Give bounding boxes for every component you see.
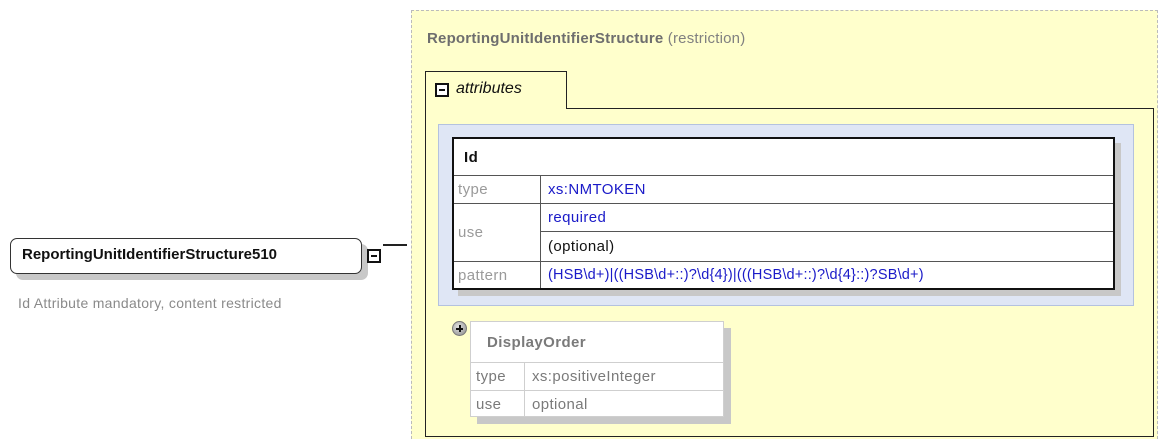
use-key: use [458, 224, 484, 241]
row-divider [540, 231, 1113, 232]
pattern-key: pattern [458, 267, 508, 284]
type-value[interactable]: xs:NMTOKEN [548, 181, 646, 198]
attribute-table-displayorder[interactable]: DisplayOrder type xs:positiveInteger use… [470, 321, 724, 417]
expand-icon[interactable] [452, 321, 467, 336]
use-value: required [548, 209, 607, 226]
type-value[interactable]: xs:positiveInteger [532, 368, 656, 385]
row-divider [454, 175, 1113, 176]
use-value: optional [532, 396, 588, 413]
type-name[interactable]: ReportingUnitIdentifierStructure [427, 30, 663, 47]
collapse-icon[interactable] [435, 83, 449, 97]
attribute-name: Id [464, 149, 479, 166]
attributes-label: attributes [456, 80, 522, 97]
pattern-value: (HSB\d+)|((HSB\d+::)?\d{4})|(((HSB\d+::)… [548, 267, 924, 283]
type-derivation: (restriction) [667, 30, 746, 47]
use-key: use [476, 396, 502, 413]
type-key: type [458, 181, 488, 198]
row-divider [454, 261, 1113, 262]
connector-line [383, 244, 407, 246]
element-name: ReportingUnitIdentifierStructure510 [22, 246, 278, 263]
attribute-table-id[interactable]: Id type xs:NMTOKEN use required (optiona… [452, 137, 1115, 290]
use-note: (optional) [548, 238, 615, 255]
row-divider [471, 362, 723, 363]
column-divider [524, 362, 525, 416]
attribute-name: DisplayOrder [487, 334, 587, 351]
row-divider [471, 390, 723, 391]
row-divider [454, 203, 1113, 204]
type-key: type [476, 368, 506, 385]
column-divider [540, 175, 541, 288]
collapse-icon[interactable] [367, 249, 381, 263]
element-description: Id Attribute mandatory, content restrict… [18, 295, 282, 311]
complex-type-title: ReportingUnitIdentifierStructure (restri… [427, 30, 745, 47]
